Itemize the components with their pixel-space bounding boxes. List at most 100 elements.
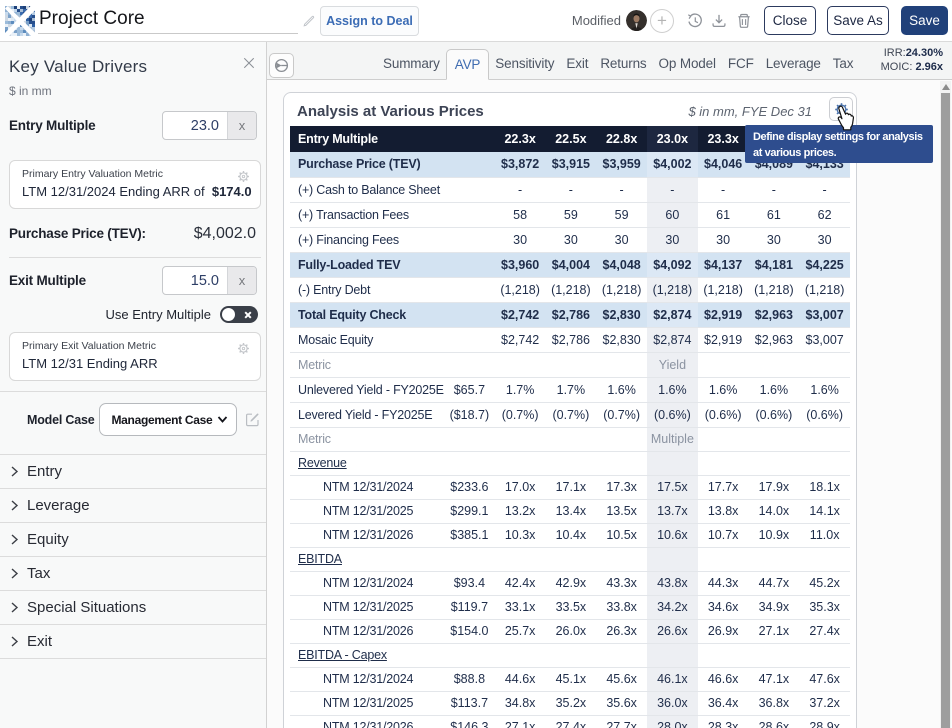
accordion-label: Special Situations xyxy=(27,599,146,616)
exit-multiple-suffix: x xyxy=(227,267,256,294)
collapse-panel-button[interactable] xyxy=(269,53,294,78)
table-row: NTM 12/31/2026$146.327.1x27.4x27.7x28.0x… xyxy=(290,715,850,728)
use-entry-multiple-row: Use Entry Multiple xyxy=(9,306,261,323)
exit-multiple-input[interactable] xyxy=(163,267,227,294)
chevron-right-icon xyxy=(9,568,20,579)
entry-metric-text: LTM 12/31/2024 Ending ARR of $174.0 xyxy=(22,184,248,200)
accordion-label: Leverage xyxy=(27,497,90,514)
entry-multiple-input[interactable] xyxy=(163,112,227,139)
scrollbar-thumb[interactable] xyxy=(941,93,950,728)
table-row: EBITDA xyxy=(290,547,850,571)
key-value-drivers-panel: Key Value Drivers $ in mm Entry Multiple… xyxy=(0,42,267,728)
mouse-cursor xyxy=(834,105,856,132)
table-row: MetricMultiple xyxy=(290,427,850,451)
add-collaborator-button[interactable]: + xyxy=(650,9,674,33)
tab-summary[interactable]: Summary xyxy=(377,49,446,80)
table-row: NTM 12/31/2024$93.442.4x42.9x43.3x43.8x4… xyxy=(290,571,850,595)
table-row: NTM 12/31/2025$119.733.1x33.5x33.8x34.2x… xyxy=(290,595,850,619)
use-entry-multiple-label: Use Entry Multiple xyxy=(106,307,211,322)
table-row: NTM 12/31/2024$233.617.0x17.1x17.3x17.5x… xyxy=(290,475,850,499)
returns-summary: IRR:24.30% MOIC: 2.96x xyxy=(881,46,943,74)
exit-metric-card: Primary Exit Valuation Metric LTM 12/31 … xyxy=(9,332,261,381)
top-bar: Project Core Assign to Deal Modified + C… xyxy=(0,0,952,42)
edit-title-pencil-icon[interactable] xyxy=(302,14,316,28)
tab-exit[interactable]: Exit xyxy=(560,49,594,80)
exit-metric-text: LTM 12/31 Ending ARR xyxy=(22,356,248,372)
save-button[interactable]: Save xyxy=(901,6,948,35)
tab-tax[interactable]: Tax xyxy=(827,49,860,80)
panel-units: $ in mm xyxy=(9,84,261,98)
table-row: Mosaic Equity$2,742$2,786$2,830$2,874$2,… xyxy=(290,327,850,352)
table-row: Total Equity Check$2,742$2,786$2,830$2,8… xyxy=(290,302,850,327)
table-row: Unlevered Yield - FY2025E$65.71.7%1.7%1.… xyxy=(290,377,850,402)
table-row: (+) Financing Fees30303030303030 xyxy=(290,227,850,252)
tab-sensitivity[interactable]: Sensitivity xyxy=(489,49,560,80)
accordion-equity[interactable]: Equity xyxy=(0,523,266,557)
table-row: NTM 12/31/2026$385.110.3x10.4x10.5x10.6x… xyxy=(290,523,850,547)
accordion-label: Equity xyxy=(27,531,69,548)
table-row: NTM 12/31/2025$299.113.2x13.4x13.5x13.7x… xyxy=(290,499,850,523)
accordion-leverage[interactable]: Leverage xyxy=(0,489,266,523)
table-row: Fully-Loaded TEV$3,960$4,004$4,048$4,092… xyxy=(290,252,850,277)
close-button[interactable]: Close xyxy=(764,6,816,35)
tab-returns[interactable]: Returns xyxy=(594,49,652,80)
edit-model-case-icon[interactable] xyxy=(245,412,260,427)
avatar[interactable] xyxy=(626,10,647,31)
accordion-tax[interactable]: Tax xyxy=(0,557,266,591)
table-row: (+) Transaction Fees58595960616162 xyxy=(290,202,850,227)
close-panel-icon[interactable] xyxy=(243,57,255,69)
chevron-right-icon xyxy=(9,466,20,477)
accordion-label: Entry xyxy=(27,463,62,480)
exit-multiple-label: Exit Multiple xyxy=(9,273,86,288)
use-entry-multiple-toggle[interactable] xyxy=(220,306,258,323)
accordion-entry[interactable]: Entry xyxy=(0,455,266,489)
card-units: $ in mm, FYE Dec 31 xyxy=(688,104,812,119)
scroll-up-arrow[interactable] xyxy=(942,84,950,90)
avp-card: Analysis at Various Prices $ in mm, FYE … xyxy=(283,92,857,728)
model-case-select[interactable]: Management Case xyxy=(99,403,237,436)
exit-metric-gear-icon[interactable] xyxy=(237,342,250,355)
exit-multiple-row: Exit Multiple x xyxy=(9,266,261,295)
tab-avp[interactable]: AVP xyxy=(446,49,490,80)
exit-metric-caption: Primary Exit Valuation Metric xyxy=(22,340,248,353)
chevron-right-icon xyxy=(9,500,20,511)
tab-fcf[interactable]: FCF xyxy=(722,49,760,80)
panel-title: Key Value Drivers xyxy=(9,57,261,77)
save-as-button[interactable]: Save As xyxy=(827,6,889,35)
project-title-input[interactable]: Project Core xyxy=(38,8,298,34)
entry-metric-caption: Primary Entry Valuation Metric xyxy=(22,168,248,181)
avp-table: Entry Multiple22.3x22.5x22.8x23.0x23.3x2… xyxy=(290,126,850,728)
accordion-special-situations[interactable]: Special Situations xyxy=(0,591,266,625)
card-title: Analysis at Various Prices xyxy=(297,103,484,120)
accordion-label: Tax xyxy=(27,565,50,582)
entry-multiple-suffix: x xyxy=(227,112,256,139)
entry-metric-gear-icon[interactable] xyxy=(237,170,250,183)
table-row: NTM 12/31/2024$88.844.6x45.1x45.6x46.1x4… xyxy=(290,667,850,691)
delete-trash-icon[interactable] xyxy=(736,13,752,29)
download-icon[interactable] xyxy=(711,13,727,29)
app-logo xyxy=(5,6,35,36)
table-row: Revenue xyxy=(290,451,850,475)
table-row: MetricYield xyxy=(290,352,850,377)
purchase-price-row: Purchase Price (TEV): $4,002.0 xyxy=(9,225,261,243)
vertical-scrollbar[interactable] xyxy=(940,81,951,728)
model-case-row: Model Case Management Case xyxy=(27,403,266,436)
table-row: (+) Cash to Balance Sheet------- xyxy=(290,177,850,202)
table-row: NTM 12/31/2026$154.025.7x26.0x26.3x26.6x… xyxy=(290,619,850,643)
history-undo-icon[interactable] xyxy=(687,13,703,29)
tab-leverage[interactable]: Leverage xyxy=(760,49,827,80)
tab-op-model[interactable]: Op Model xyxy=(653,49,722,80)
chevron-right-icon xyxy=(9,602,20,613)
accordion-label: Exit xyxy=(27,633,52,650)
avp-tab-content: Analysis at Various Prices $ in mm, FYE … xyxy=(267,81,952,728)
entry-metric-card: Primary Entry Valuation Metric LTM 12/31… xyxy=(9,160,261,209)
table-row: NTM 12/31/2025$113.734.8x35.2x35.6x36.0x… xyxy=(290,691,850,715)
purchase-price-label: Purchase Price (TEV): xyxy=(9,226,146,241)
main-content: Summary AVP Sensitivity Exit Returns Op … xyxy=(267,42,952,728)
assign-to-deal-button[interactable]: Assign to Deal xyxy=(320,6,419,36)
model-case-label: Model Case xyxy=(27,413,94,427)
modified-status: Modified xyxy=(572,13,621,28)
accordion-exit[interactable]: Exit xyxy=(0,625,266,659)
chevron-right-icon xyxy=(9,534,20,545)
entry-multiple-row: Entry Multiple x xyxy=(9,111,261,140)
